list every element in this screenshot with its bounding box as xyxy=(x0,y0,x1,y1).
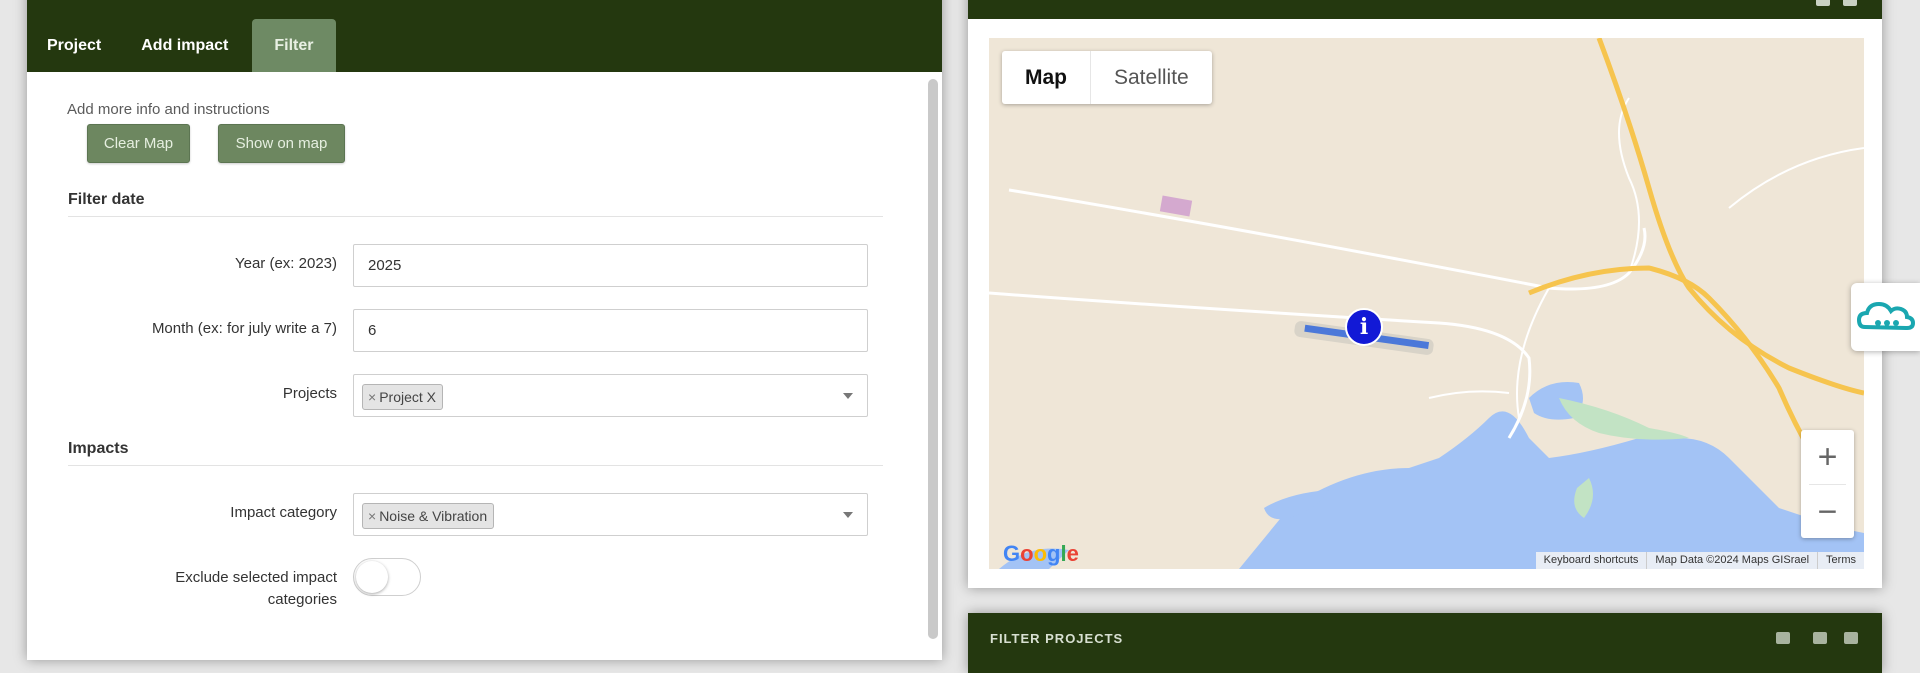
filter-form-panel: Project Add impact Filter Add more info … xyxy=(27,0,942,660)
map-panel-header xyxy=(968,0,1882,19)
exclude-label-line2: categories xyxy=(267,591,337,608)
minimize-icon[interactable] xyxy=(1816,0,1830,6)
show-on-map-button[interactable]: Show on map xyxy=(218,124,345,163)
month-input[interactable] xyxy=(353,309,868,352)
impact-category-label: Impact category xyxy=(230,504,337,521)
zoom-control: + − xyxy=(1801,430,1854,538)
tab-project[interactable]: Project xyxy=(27,19,121,72)
remove-chip-icon[interactable]: × xyxy=(368,389,376,405)
zoom-out-button[interactable]: − xyxy=(1801,485,1854,539)
cloud-icon xyxy=(1856,301,1916,331)
tab-bar: Project Add impact Filter xyxy=(27,19,336,72)
year-label: Year (ex: 2023) xyxy=(234,255,337,272)
impacts-heading: Impacts xyxy=(68,440,129,457)
settings-icon[interactable] xyxy=(1776,632,1790,644)
selected-project-chip: × Project X xyxy=(362,384,443,410)
terms-link[interactable]: Terms xyxy=(1817,552,1864,569)
minimize-icon[interactable] xyxy=(1813,632,1827,644)
toggle-knob xyxy=(356,561,388,593)
chip-label: Project X xyxy=(379,389,436,405)
chevron-down-icon[interactable] xyxy=(843,393,853,399)
map-tiles xyxy=(989,38,1864,569)
tab-add-impact[interactable]: Add impact xyxy=(121,19,248,72)
exclude-label-line1: Exclude selected impact xyxy=(175,569,337,586)
keyboard-shortcuts-link[interactable]: Keyboard shortcuts xyxy=(1536,552,1647,569)
map-type-control: Map Satellite xyxy=(1002,51,1212,104)
satellite-view-button[interactable]: Satellite xyxy=(1091,51,1212,104)
map-data-attribution: Map Data ©2024 Maps GISrael xyxy=(1646,552,1817,569)
google-logo: Google xyxy=(1003,541,1079,566)
month-label: Month (ex: for july write a 7) xyxy=(151,320,337,337)
year-input[interactable] xyxy=(353,244,868,287)
impact-category-select[interactable]: × Noise & Vibration xyxy=(353,493,868,536)
exclude-categories-toggle[interactable] xyxy=(353,558,421,596)
projects-select[interactable]: × Project X xyxy=(353,374,868,417)
selected-impact-chip: × Noise & Vibration xyxy=(362,503,495,529)
map-canvas[interactable]: Map Satellite i + − Google Keyboard shor… xyxy=(989,38,1864,569)
section-divider xyxy=(68,216,883,217)
info-icon[interactable]: i xyxy=(1345,308,1383,346)
filter-projects-title: FILTER PROJECTS xyxy=(990,631,1124,646)
projects-label: Projects xyxy=(282,385,337,402)
panel-header: Project Add impact Filter xyxy=(27,0,942,72)
map-view-button[interactable]: Map xyxy=(1002,51,1091,104)
tab-filter[interactable]: Filter xyxy=(252,19,336,72)
remove-chip-icon[interactable]: × xyxy=(368,508,376,524)
instructions-text: Add more info and instructions xyxy=(67,101,270,118)
form-scrollbar[interactable] xyxy=(928,79,938,639)
chevron-down-icon[interactable] xyxy=(843,512,853,518)
cloud-sync-button[interactable] xyxy=(1851,283,1920,351)
map-panel: Map Satellite i + − Google Keyboard shor… xyxy=(968,0,1882,588)
clear-map-button[interactable]: Clear Map xyxy=(87,124,190,163)
filter-date-heading: Filter date xyxy=(68,191,145,208)
exclude-categories-label: Exclude selected impact categories xyxy=(107,567,337,611)
maximize-icon[interactable] xyxy=(1843,0,1857,6)
map-attribution-bar: Keyboard shortcuts Map Data ©2024 Maps G… xyxy=(1535,552,1864,569)
chip-label: Noise & Vibration xyxy=(379,508,488,524)
section-divider xyxy=(68,465,883,466)
filter-projects-panel: FILTER PROJECTS xyxy=(968,613,1882,673)
zoom-in-button[interactable]: + xyxy=(1801,430,1854,484)
close-icon[interactable] xyxy=(1844,632,1858,644)
